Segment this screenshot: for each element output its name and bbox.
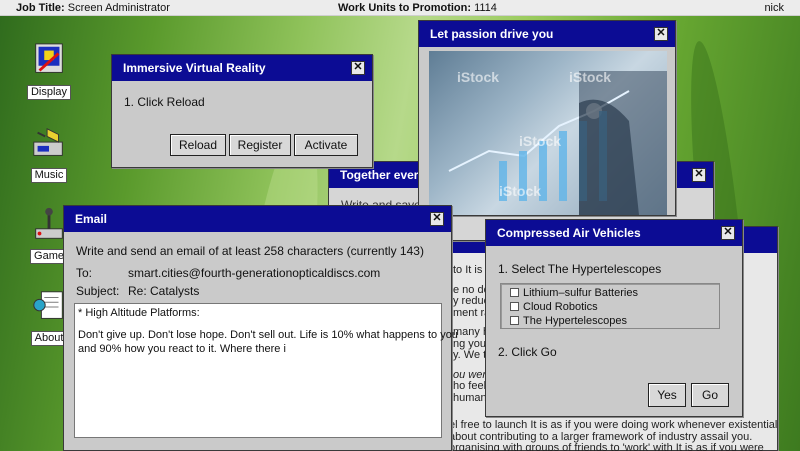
- vr-step-1: 1. Click Reload: [124, 95, 205, 109]
- air-vehicles-window: Compressed Air Vehicles ✕ 1. Select The …: [485, 219, 743, 417]
- email-body-textarea[interactable]: * High Altitude Platforms: Don't give up…: [74, 303, 458, 438]
- username: nick: [764, 2, 784, 14]
- checkbox[interactable]: [510, 302, 519, 311]
- desktop-icon-label: About: [30, 331, 68, 346]
- email-window: Email ✕ Write and send an email of at le…: [63, 205, 458, 451]
- close-icon[interactable]: ✕: [692, 168, 706, 182]
- to-field[interactable]: smart.cities@fourth-generationopticaldis…: [128, 266, 380, 280]
- close-icon[interactable]: ✕: [721, 226, 735, 240]
- checkbox[interactable]: [510, 316, 519, 325]
- job-title: Job Title: Screen Administrator: [16, 2, 170, 14]
- option-hypertelescopes[interactable]: The Hypertelescopes: [510, 315, 627, 327]
- window-title-bar: Let passion drive you ✕: [419, 21, 675, 47]
- close-icon[interactable]: ✕: [654, 27, 668, 41]
- watermark: iStock: [457, 69, 500, 85]
- desktop-icon-label: Music: [30, 168, 68, 183]
- air-step-2: 2. Click Go: [498, 345, 557, 359]
- window-title-bar: Email ✕: [64, 206, 451, 232]
- desktop-icon-label: Display: [26, 85, 72, 100]
- vr-window: Immersive Virtual Reality ✕ 1. Click Rel…: [111, 54, 373, 168]
- activate-button[interactable]: Activate: [294, 134, 358, 156]
- subject-field[interactable]: Re: Catalysts: [128, 284, 199, 298]
- reload-button[interactable]: Reload: [170, 134, 226, 156]
- option-lithium[interactable]: Lithium–sulfur Batteries: [510, 287, 638, 299]
- close-icon[interactable]: ✕: [430, 212, 444, 226]
- window-title-bar: Immersive Virtual Reality ✕: [112, 55, 372, 81]
- email-instruction: Write and send an email of at least 258 …: [76, 244, 424, 258]
- go-button[interactable]: Go: [691, 383, 729, 407]
- watermark: iStock: [499, 183, 542, 199]
- air-step-1: 1. Select The Hypertelescopes: [498, 262, 662, 276]
- register-button[interactable]: Register: [229, 134, 291, 156]
- status-bar: Job Title: Screen Administrator Work Uni…: [0, 0, 800, 16]
- music-icon: [33, 128, 63, 156]
- close-icon[interactable]: ✕: [351, 61, 365, 75]
- article-bottom-text: el free to launch It is as if you were d…: [449, 419, 778, 451]
- passion-window: Let passion drive you ✕ iStock iStock iS…: [418, 20, 676, 216]
- display-icon: [35, 43, 63, 73]
- to-label: To:: [76, 266, 93, 280]
- desktop-icon-music[interactable]: Music: [24, 125, 74, 183]
- watermark: iStock: [519, 133, 562, 149]
- desktop-icon-display[interactable]: Display: [24, 42, 74, 100]
- option-cloud-robotics[interactable]: Cloud Robotics: [510, 301, 598, 313]
- watermark: iStock: [569, 69, 612, 85]
- checkbox[interactable]: [510, 288, 519, 297]
- subject-label: Subject:: [76, 284, 120, 298]
- stock-photo: iStock iStock iStock iStock: [429, 51, 667, 215]
- window-title-bar: Compressed Air Vehicles ✕: [486, 220, 742, 246]
- work-units: Work Units to Promotion: 1114: [338, 2, 497, 14]
- yes-button[interactable]: Yes: [648, 383, 686, 407]
